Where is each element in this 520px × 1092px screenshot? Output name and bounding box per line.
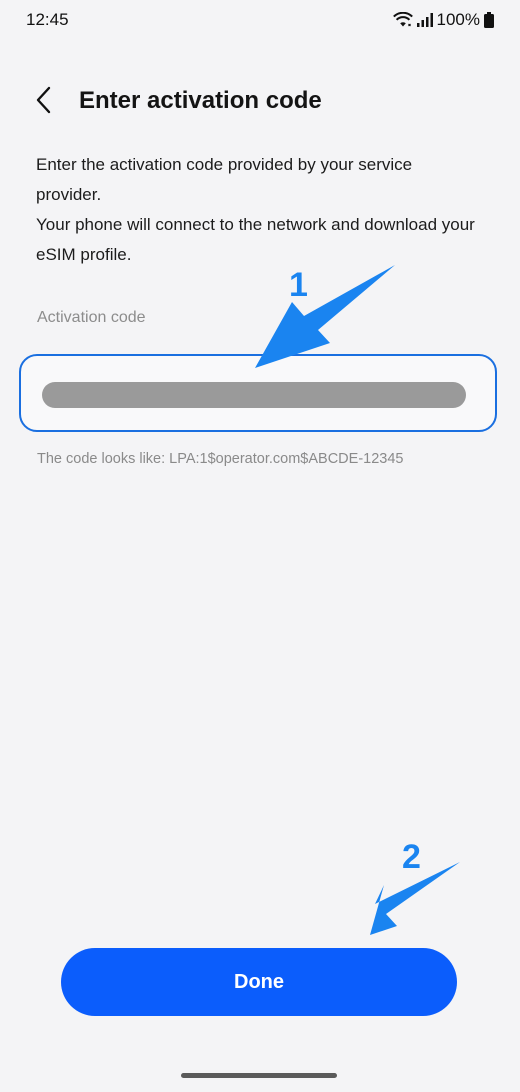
back-button[interactable] (24, 82, 64, 122)
arrow-to-code-field (255, 265, 395, 368)
page-title: Enter activation code (79, 87, 322, 114)
wifi-icon (392, 12, 413, 28)
code-format-hint: The code looks like: LPA:1$operator.com$… (37, 451, 404, 467)
chevron-left-icon (34, 85, 54, 120)
done-button[interactable]: Done (61, 948, 457, 1016)
status-time: 12:45 (26, 10, 69, 29)
app-header: Enter activation code (0, 78, 520, 126)
home-indicator[interactable] (181, 1073, 337, 1078)
instruction-line-1: Enter the activation code provided by yo… (36, 155, 413, 204)
battery-percent: 100% (436, 10, 480, 29)
status-bar: 12:45 100% (0, 0, 520, 40)
battery-icon (484, 12, 494, 28)
annotation-step-1: 1 (289, 266, 308, 304)
instructions: Enter the activation code provided by yo… (36, 150, 476, 270)
status-icons: 100% (392, 10, 494, 30)
annotation-step-2: 2 (402, 838, 421, 876)
signal-icon (416, 13, 433, 27)
activation-code-field[interactable] (19, 354, 497, 432)
activation-code-input[interactable] (42, 382, 466, 408)
instruction-line-2: Your phone will connect to the network a… (36, 215, 475, 264)
activation-code-label: Activation code (37, 309, 146, 326)
